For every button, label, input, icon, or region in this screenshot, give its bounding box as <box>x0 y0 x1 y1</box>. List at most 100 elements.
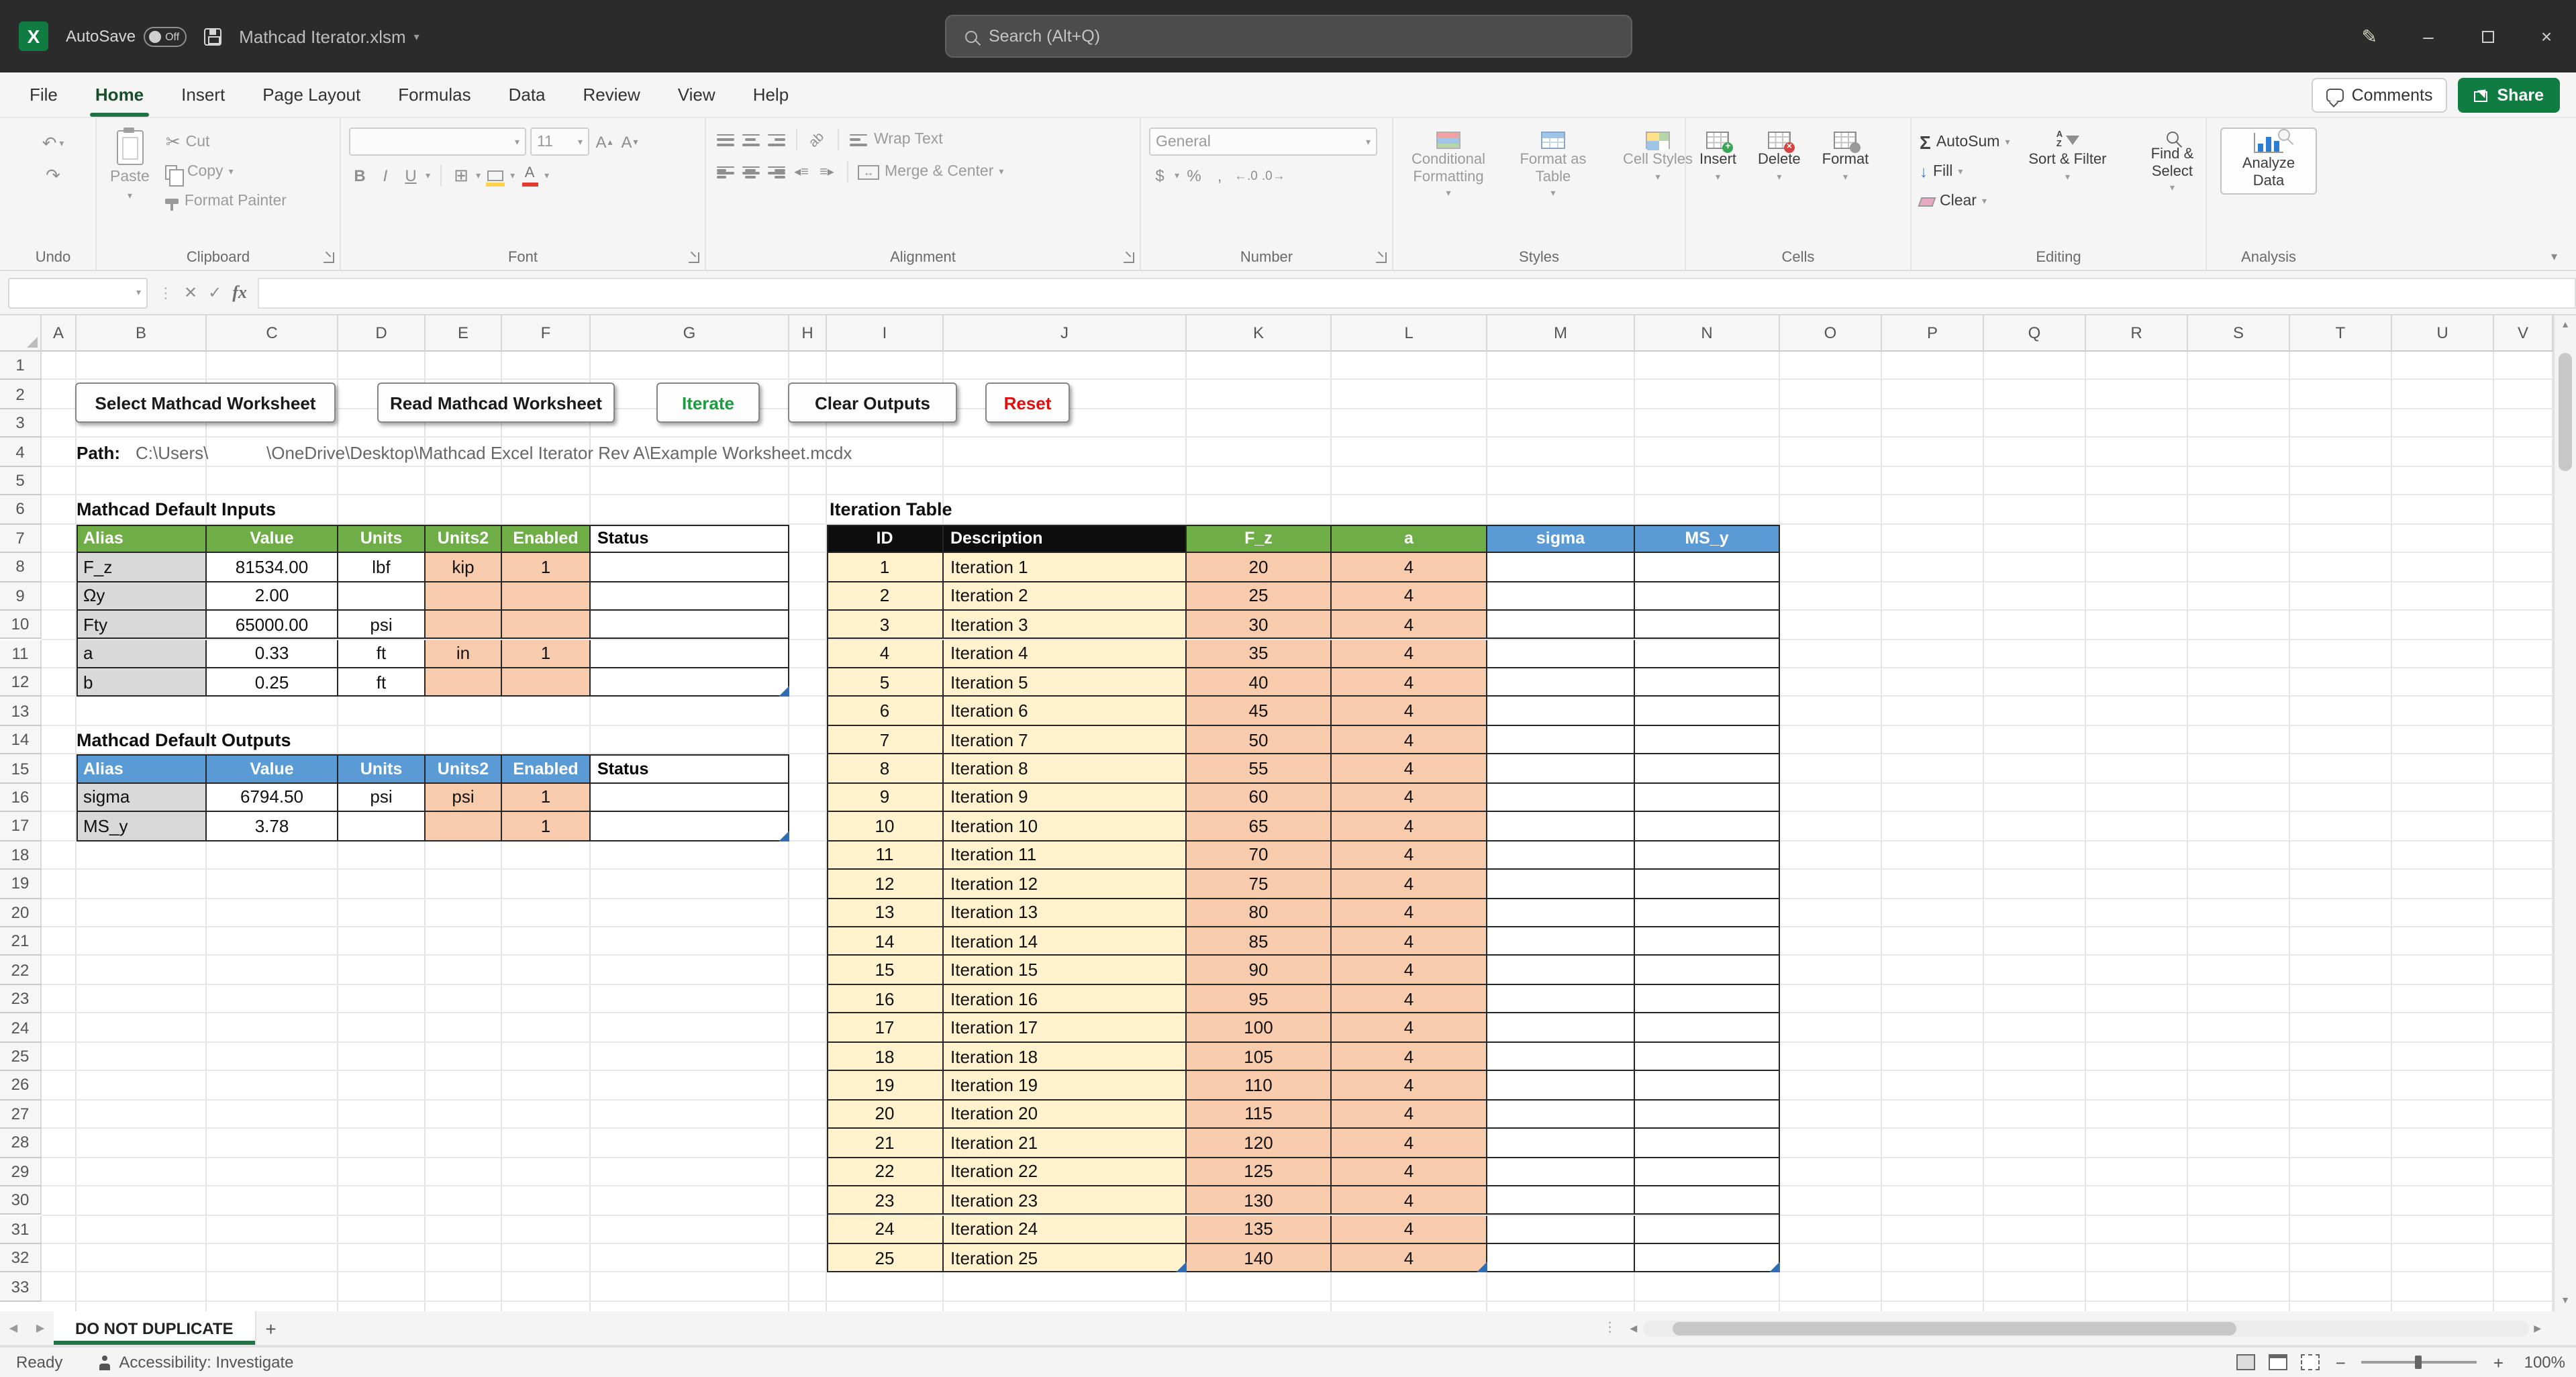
iteration-table-cell[interactable]: 4 <box>1332 812 1487 841</box>
iteration-table-cell[interactable]: 20 <box>1187 553 1332 582</box>
iteration-table-cell[interactable]: 3 <box>827 611 944 640</box>
merge-center-button[interactable]: ↔Merge & Center▾ <box>858 160 1003 184</box>
number-format-select[interactable]: General▾ <box>1149 128 1377 156</box>
iteration-table-cell[interactable] <box>1635 1072 1780 1101</box>
row-header-31[interactable]: 31 <box>0 1215 42 1244</box>
iterate-button[interactable]: Iterate <box>656 383 760 423</box>
fill-button[interactable]: ↓Fill▾ <box>1920 160 2010 184</box>
align-top-button[interactable] <box>714 128 736 152</box>
iteration-table-cell[interactable]: 15 <box>827 956 944 985</box>
iteration-table-cell[interactable]: 65 <box>1187 812 1332 841</box>
inputs-table-cell[interactable] <box>502 668 591 697</box>
iteration-table-cell[interactable]: 80 <box>1187 899 1332 927</box>
iteration-table-cell[interactable]: 4 <box>1332 1043 1487 1072</box>
iteration-table-cell[interactable]: 130 <box>1187 1186 1332 1215</box>
bold-button[interactable]: B <box>349 164 370 188</box>
iteration-table-cell[interactable]: 55 <box>1187 755 1332 784</box>
inputs-table-cell[interactable] <box>591 611 789 640</box>
tab-file[interactable]: File <box>11 72 77 117</box>
reset-button[interactable]: Reset <box>985 383 1070 423</box>
minimize-button[interactable]: – <box>2399 0 2458 72</box>
select-all-corner[interactable] <box>0 315 42 352</box>
iteration-table-cell[interactable] <box>1487 1186 1635 1215</box>
tab-review[interactable]: Review <box>564 72 659 117</box>
iteration-table-cell[interactable]: Iteration 4 <box>944 640 1187 668</box>
iteration-table-cell[interactable] <box>1635 1158 1780 1186</box>
iteration-table-cell[interactable]: Iteration 17 <box>944 1014 1187 1043</box>
decrease-decimal-button[interactable]: .0→ <box>1262 164 1285 188</box>
iteration-table-cell[interactable] <box>1487 726 1635 755</box>
row-header-26[interactable]: 26 <box>0 1072 42 1101</box>
iteration-table-cell[interactable] <box>1635 1244 1780 1273</box>
row-header-13[interactable]: 13 <box>0 697 42 726</box>
iteration-table-cell[interactable]: Iteration 23 <box>944 1186 1187 1215</box>
row-header-25[interactable]: 25 <box>0 1043 42 1072</box>
cancel-icon[interactable]: ✕ <box>184 283 197 302</box>
paste-button[interactable]: Paste ▾ <box>105 128 155 203</box>
tab-insert[interactable]: Insert <box>162 72 244 117</box>
zoom-in-button[interactable]: + <box>2491 1352 2506 1372</box>
iteration-table-cell[interactable]: 4 <box>1332 726 1487 755</box>
row-header-17[interactable]: 17 <box>0 812 42 841</box>
sheet-nav-left-icon[interactable]: ◀ <box>0 1311 27 1345</box>
row-header-16[interactable]: 16 <box>0 784 42 813</box>
iteration-table-cell[interactable] <box>1487 1244 1635 1273</box>
accounting-format-button[interactable]: $ <box>1149 164 1171 188</box>
iteration-table-cell[interactable]: Iteration 6 <box>944 697 1187 726</box>
increase-decimal-button[interactable]: ←.0 <box>1234 164 1258 188</box>
iteration-table-cell[interactable]: 6 <box>827 697 944 726</box>
outputs-table-cell[interactable] <box>426 812 502 841</box>
iteration-table-cell[interactable]: 110 <box>1187 1072 1332 1101</box>
row-header-18[interactable]: 18 <box>0 841 42 870</box>
iteration-table-cell[interactable] <box>1635 784 1780 813</box>
maximize-button[interactable] <box>2458 0 2517 72</box>
iteration-table-cell[interactable]: 25 <box>1187 582 1332 611</box>
inputs-table-cell[interactable] <box>591 553 789 582</box>
iteration-table-cell[interactable]: 17 <box>827 1014 944 1043</box>
iteration-table-cell[interactable]: 4 <box>1332 1186 1487 1215</box>
outputs-table-cell[interactable]: 6794.50 <box>207 784 338 813</box>
iteration-table-cell[interactable]: 13 <box>827 899 944 927</box>
alignment-dialog-launcher-icon[interactable] <box>1124 252 1134 263</box>
tab-page-layout[interactable]: Page Layout <box>244 72 379 117</box>
table-resize-handle[interactable] <box>1176 1262 1187 1273</box>
row-header-3[interactable]: 3 <box>0 409 42 438</box>
iteration-table-cell[interactable]: Iteration 3 <box>944 611 1187 640</box>
inputs-table-cell[interactable] <box>502 611 591 640</box>
iteration-table-cell[interactable]: 1 <box>827 553 944 582</box>
iteration-table-cell[interactable] <box>1635 985 1780 1014</box>
row-header-22[interactable]: 22 <box>0 956 42 985</box>
iteration-table-cell[interactable]: 4 <box>1332 1014 1487 1043</box>
row-header-11[interactable]: 11 <box>0 640 42 668</box>
inputs-table-cell[interactable]: F_z <box>77 553 207 582</box>
inputs-table-cell[interactable] <box>338 582 426 611</box>
row-header-21[interactable]: 21 <box>0 927 42 956</box>
iteration-table-cell[interactable]: 4 <box>1332 1072 1487 1101</box>
iteration-table-cell[interactable]: 135 <box>1187 1215 1332 1244</box>
iteration-table-cell[interactable] <box>1635 726 1780 755</box>
inputs-table-cell[interactable]: lbf <box>338 553 426 582</box>
iteration-table-cell[interactable]: 4 <box>1332 956 1487 985</box>
iteration-table-cell[interactable] <box>1635 697 1780 726</box>
inputs-table-cell[interactable]: Fty <box>77 611 207 640</box>
increase-indent-button[interactable]: ≡▸ <box>816 160 838 184</box>
font-dialog-launcher-icon[interactable] <box>689 252 699 263</box>
row-header-19[interactable]: 19 <box>0 870 42 899</box>
iteration-table-cell[interactable]: 140 <box>1187 1244 1332 1273</box>
iteration-table-cell[interactable]: Iteration 22 <box>944 1158 1187 1186</box>
outputs-table-cell[interactable]: 1 <box>502 812 591 841</box>
iteration-table-cell[interactable]: 14 <box>827 927 944 956</box>
column-header-E[interactable]: E <box>426 315 502 352</box>
iteration-table-cell[interactable]: 24 <box>827 1215 944 1244</box>
row-header-27[interactable]: 27 <box>0 1100 42 1129</box>
column-header-B[interactable]: B <box>77 315 207 352</box>
column-header-F[interactable]: F <box>502 315 591 352</box>
table-resize-handle[interactable] <box>1477 1262 1487 1273</box>
close-button[interactable]: × <box>2517 0 2576 72</box>
iteration-table-cell[interactable]: 4 <box>1332 697 1487 726</box>
autosave-switch[interactable]: Off <box>144 26 187 46</box>
iteration-table-cell[interactable]: Iteration 25 <box>944 1244 1187 1273</box>
inputs-table-cell[interactable] <box>426 668 502 697</box>
row-header-14[interactable]: 14 <box>0 726 42 755</box>
row-header-4[interactable]: 4 <box>0 438 42 467</box>
